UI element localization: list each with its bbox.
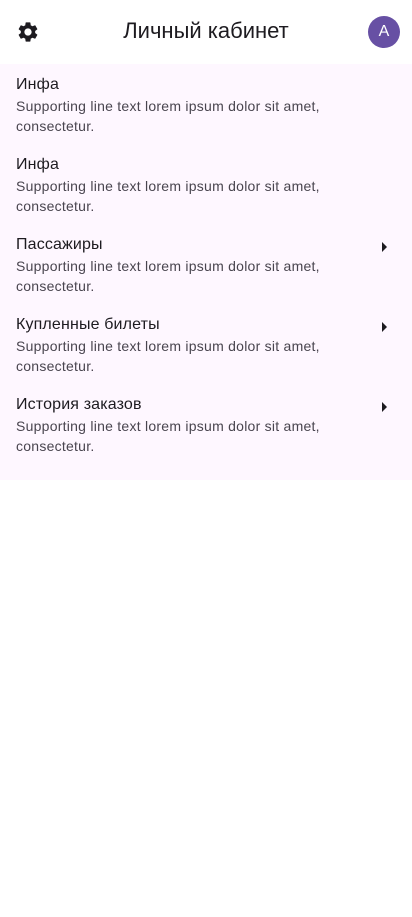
top-app-bar: Личный кабинет A xyxy=(0,0,412,64)
avatar[interactable]: A xyxy=(368,16,400,48)
list-item-supporting-text: Supporting line text lorem ipsum dolor s… xyxy=(16,418,320,454)
list-item-supporting-text: Supporting line text lorem ipsum dolor s… xyxy=(16,338,320,374)
app-screen: Личный кабинет A Инфа Supporting line te… xyxy=(0,0,412,917)
list-item-title: История заказов xyxy=(16,396,142,413)
list-item-info-2[interactable]: Инфа Supporting line text lorem ipsum do… xyxy=(0,152,412,232)
menu-list: Инфа Supporting line text lorem ipsum do… xyxy=(0,64,412,480)
list-item-supporting-text: Supporting line text lorem ipsum dolor s… xyxy=(16,98,320,134)
list-item-order-history[interactable]: История заказов Supporting line text lor… xyxy=(0,392,412,472)
gear-icon xyxy=(16,20,40,44)
list-item-title: Инфа xyxy=(16,156,59,173)
arrow-right-icon xyxy=(380,241,388,253)
list-item-title: Инфа xyxy=(16,76,59,93)
list-item-title: Пассажиры xyxy=(16,236,103,253)
list-item-title: Купленные билеты xyxy=(16,316,160,333)
settings-button[interactable] xyxy=(12,16,44,48)
arrow-right-icon xyxy=(380,401,388,413)
list-item-supporting-text: Supporting line text lorem ipsum dolor s… xyxy=(16,178,320,214)
list-item-info-1[interactable]: Инфа Supporting line text lorem ipsum do… xyxy=(0,72,412,152)
page-title: Личный кабинет xyxy=(123,18,289,43)
arrow-right-icon xyxy=(380,321,388,333)
list-item-purchased-tickets[interactable]: Купленные билеты Supporting line text lo… xyxy=(0,312,412,392)
list-item-passengers[interactable]: Пассажиры Supporting line text lorem ips… xyxy=(0,232,412,312)
list-item-supporting-text: Supporting line text lorem ipsum dolor s… xyxy=(16,258,320,294)
